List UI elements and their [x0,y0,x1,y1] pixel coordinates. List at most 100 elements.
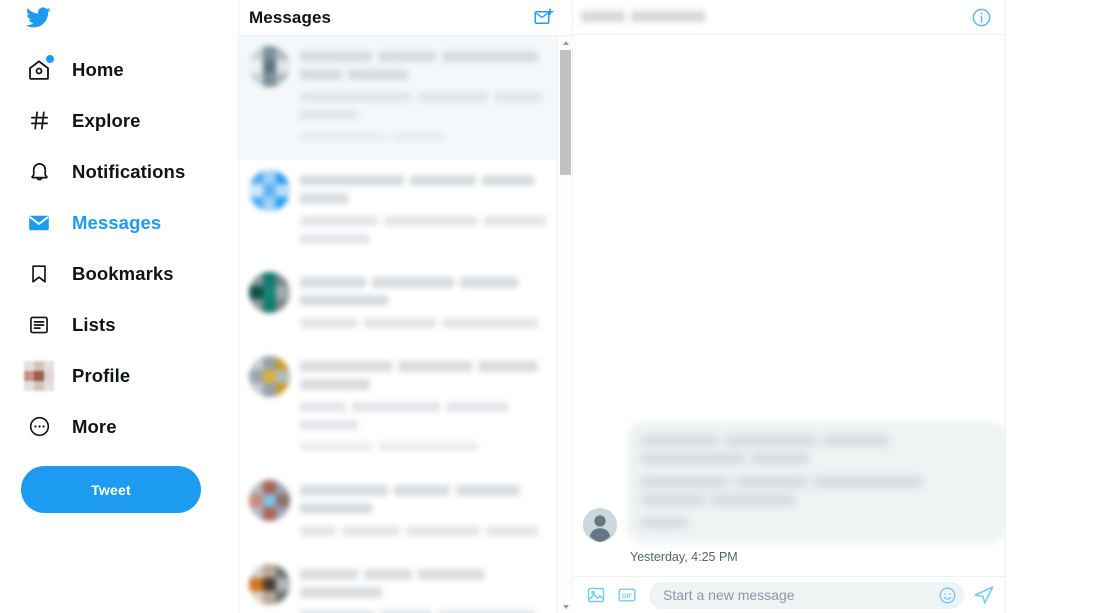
conversation-list-item[interactable] [239,554,572,613]
conversation-preview [300,170,560,252]
conversation-list-item[interactable] [239,160,572,262]
default-person-avatar-icon [583,508,617,542]
conversation-list-item[interactable] [239,36,572,160]
sidebar-item-explore[interactable]: Explore [14,95,210,146]
conversation-avatar [249,356,290,397]
conversation-avatar [249,46,290,87]
conversation-preview [300,46,560,150]
image-upload-icon [587,587,605,603]
conversation-list-column: Messages [238,0,573,613]
sidebar-item-messages[interactable]: Messages [14,197,210,248]
conversation-list-item[interactable] [239,262,572,346]
sidebar-item-bookmarks[interactable]: Bookmarks [14,248,210,299]
tweet-button[interactable]: Tweet [21,466,201,513]
redacted-text-line [300,438,560,456]
page-title: Messages [249,7,332,27]
redacted-text-line [300,398,560,434]
more-circle-icon [22,410,56,444]
redacted-text-line [641,432,993,468]
sidebar-item-more[interactable]: More [14,401,210,452]
conversation-list-item[interactable] [239,346,572,470]
twitter-logo[interactable] [14,0,238,34]
sidebar-item-lists[interactable]: Lists [14,299,210,350]
primary-sidebar: Home Explore Notifications Messages Book… [0,0,238,613]
emoji-smiley-icon [939,587,955,603]
sidebar-item-label: Profile [72,364,131,386]
redacted-text-line [300,48,560,84]
sidebar-item-label: Bookmarks [72,262,174,284]
info-circle-icon [972,8,990,26]
new-message-button[interactable] [529,4,557,32]
message-timestamp: Yesterday, 4:25 PM [630,550,738,564]
home-notification-dot [46,54,54,63]
new-message-envelope-plus-icon [534,8,554,25]
conversation-avatar [249,272,290,313]
svg-text:GIF: GIF [622,594,632,600]
redacted-text-line [300,358,560,394]
message-bubble-redacted [627,421,1005,543]
conversation-avatar [249,480,290,521]
message-input-wrapper[interactable] [649,581,964,609]
conversation-avatar [249,564,290,605]
message-group: Yesterday, 4:25 PM [583,421,1005,564]
message-composer: GIF [573,576,1005,613]
conversation-pane: Yesterday, 4:25 PM GIF [573,0,1006,613]
sidebar-item-label: Explore [72,109,141,131]
twitter-messages-app: Home Explore Notifications Messages Book… [0,0,1098,613]
redacted-text-line [300,522,560,540]
profile-avatar-icon [22,359,56,393]
redacted-text-line [641,473,993,509]
send-button[interactable] [973,584,995,606]
conversation-title-redacted [581,8,711,26]
send-paper-plane-icon [974,586,994,604]
sidebar-item-label: Home [72,58,124,80]
redacted-text-line [300,314,560,332]
bookmark-icon [22,257,56,291]
sidebar-item-label: More [72,415,117,437]
conversation-preview [300,480,560,544]
redacted-text-line [300,482,560,518]
redacted-text-line [300,172,560,208]
redacted-text-line [300,212,560,248]
scroll-up-arrow-icon[interactable] [558,36,573,49]
sidebar-item-home[interactable]: Home [14,44,210,95]
message-column: Yesterday, 4:25 PM [627,421,1005,564]
envelope-icon [22,206,56,240]
conversation-preview [300,564,560,613]
sidebar-item-label: Lists [72,313,116,335]
twitter-bird-icon [26,6,51,27]
scroll-down-arrow-icon[interactable] [558,600,573,613]
conversation-avatar [249,170,290,211]
redacted-text-line [641,514,993,532]
message-input[interactable] [663,587,936,603]
conversation-list-scroll-area[interactable] [239,36,572,613]
conversation-preview [300,272,560,336]
redacted-text-line [300,274,560,310]
sidebar-item-label: Notifications [72,160,186,182]
sidebar-nav: Home Explore Notifications Messages Book… [14,44,238,452]
scrollbar-thumb[interactable] [560,50,571,175]
redacted-text-line [300,128,560,146]
image-upload-button[interactable] [585,584,607,606]
right-gutter [1006,0,1098,613]
sidebar-item-label: Messages [72,211,162,233]
bell-icon [22,155,56,189]
conversation-info-button[interactable] [969,5,993,29]
conversation-list-scrollbar[interactable] [557,36,573,613]
redacted-text-line [300,88,560,124]
redacted-text-line [300,566,560,602]
hashtag-icon [22,104,56,138]
conversation-list-item[interactable] [239,470,572,554]
conversation-header [573,0,1005,35]
messages-header: Messages [239,0,572,36]
emoji-button[interactable] [936,584,958,606]
gif-icon: GIF [618,588,636,602]
gif-button[interactable]: GIF [616,584,638,606]
list-icon [22,308,56,342]
message-thread[interactable]: Yesterday, 4:25 PM [573,35,1005,576]
conversation-preview [300,356,560,460]
redacted-text-line [300,606,560,613]
sidebar-item-profile[interactable]: Profile [14,350,210,401]
home-icon [22,53,56,87]
sidebar-item-notifications[interactable]: Notifications [14,146,210,197]
